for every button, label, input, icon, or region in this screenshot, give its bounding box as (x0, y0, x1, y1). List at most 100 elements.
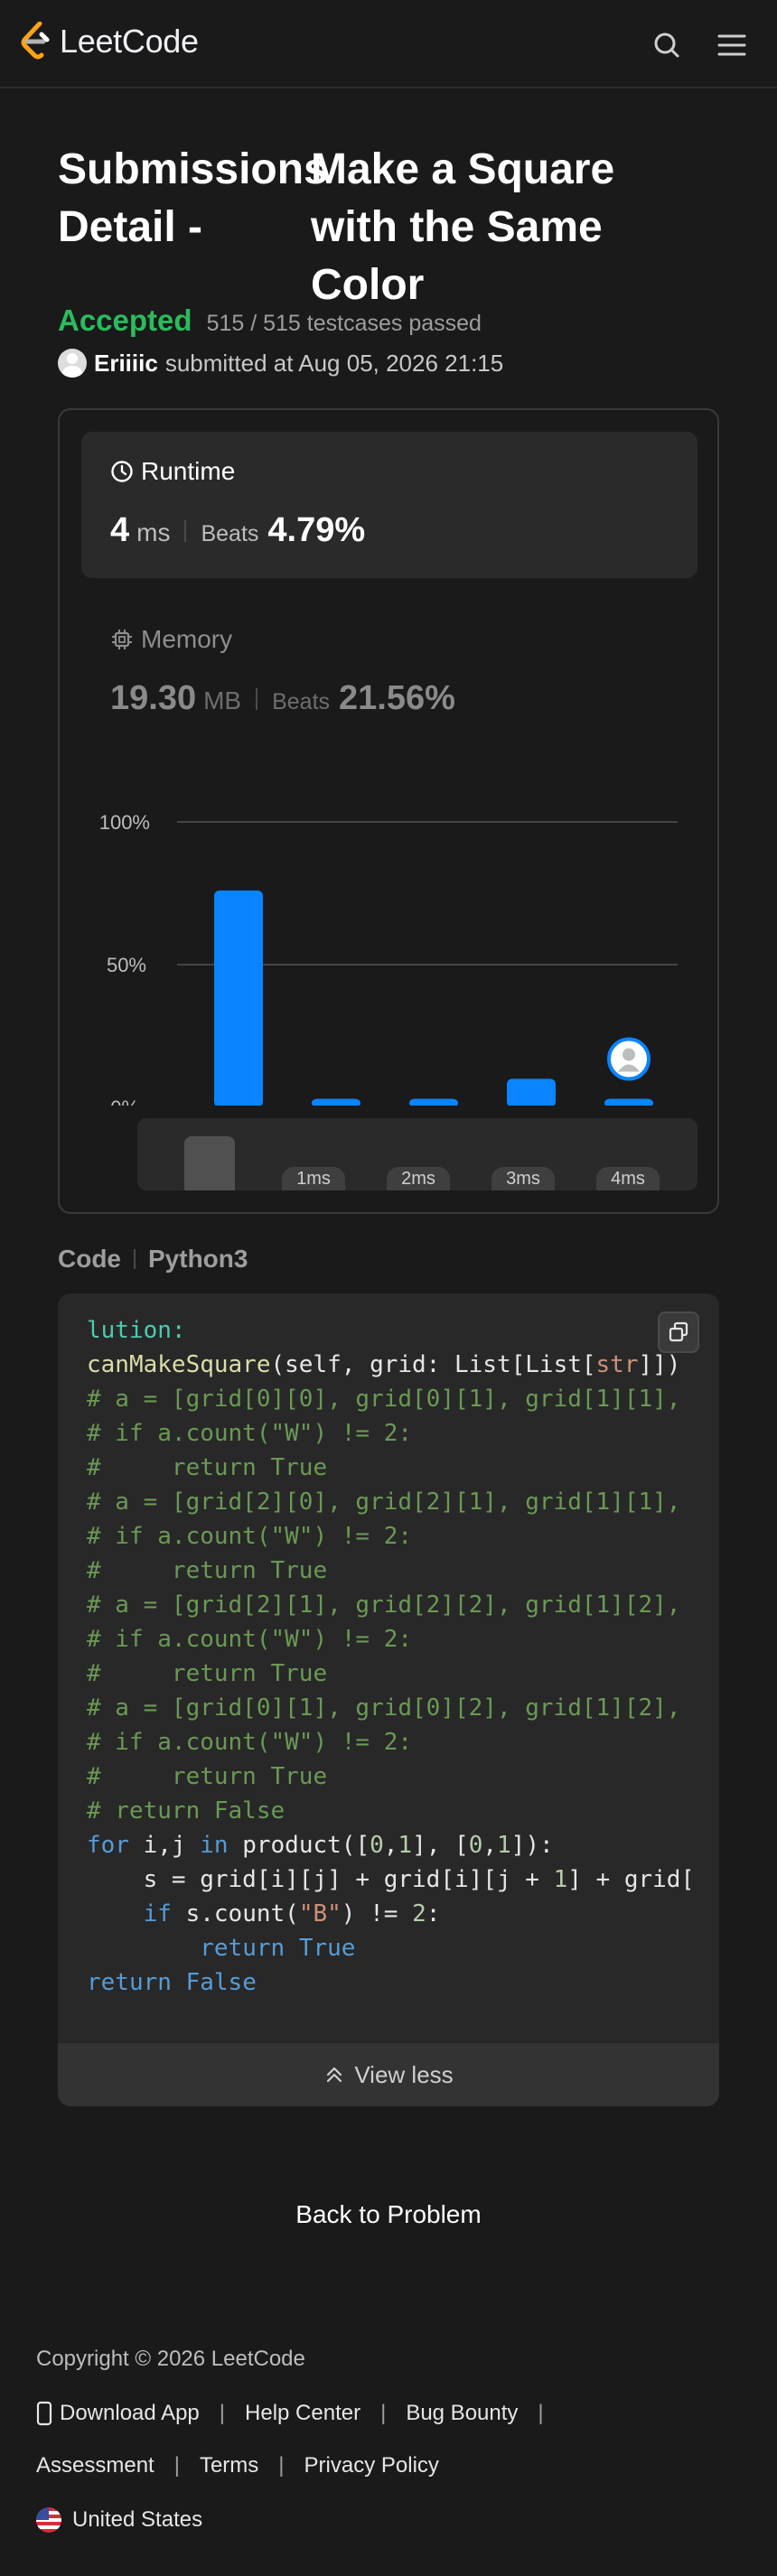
code-line: return False (87, 1965, 690, 2000)
code-token: "B" (298, 1900, 342, 1927)
memory-panel[interactable]: Memory 19.30 MB Beats 21.56% (81, 600, 697, 717)
code-line: if s.count("B") != 2: (87, 1897, 690, 1931)
code-token: , (482, 1832, 498, 1859)
code-token: # a = [grid[2][1], grid[2][2], grid[1][2… (87, 1591, 681, 1619)
code-line: lution: (87, 1313, 690, 1348)
code-line: # return False (87, 1794, 690, 1828)
code-line: # return True (87, 1451, 690, 1485)
chart-bar[interactable] (604, 1098, 653, 1106)
code-line: # return True (87, 1657, 690, 1691)
code-line: s = grid[i][j] + grid[i][j + 1] + grid[ (87, 1862, 690, 1897)
code-token: False (185, 1969, 257, 1996)
testcases-passed: 515 / 515 testcases passed (206, 311, 482, 336)
scroller-label: 3ms (491, 1167, 555, 1190)
chart-bar[interactable] (214, 890, 263, 1106)
divider (256, 687, 258, 710)
code-token: product([ (228, 1832, 370, 1859)
code-token: True (298, 1935, 356, 1962)
status-badge: Accepted (58, 303, 192, 337)
code-token: 2 (412, 1900, 426, 1927)
submission-status: Accepted 515 / 515 testcases passed (58, 303, 482, 338)
y-axis-ticks: 100% 50% 0% (99, 811, 150, 1106)
scroller-thumb[interactable] (184, 1136, 235, 1190)
code-token: 0 (468, 1832, 483, 1859)
code-token: # if a.count("W") != 2: (87, 1626, 413, 1653)
code-token: # a = [grid[2][0], grid[2][1], grid[1][1… (87, 1489, 681, 1516)
us-flag-icon (36, 2507, 61, 2533)
code-token: canMakeSquare (87, 1351, 271, 1378)
top-nav: LeetCode (0, 0, 777, 89)
code-token: s = grid[i][j] + grid[i][j + (87, 1866, 554, 1893)
chevrons-up-icon (327, 2067, 342, 2083)
code-line: # a = [grid[0][1], grid[0][2], grid[1][2… (87, 1691, 690, 1725)
runtime-beats-value: 4.79% (267, 511, 366, 549)
memory-value: 19.30 (110, 679, 197, 717)
logo-text: LeetCode (60, 23, 199, 60)
chart-bar[interactable] (409, 1098, 458, 1106)
runtime-values: 4 ms Beats 4.79% (110, 511, 365, 550)
assessment-link[interactable]: Assessment (36, 2453, 154, 2478)
clock-icon (111, 461, 133, 482)
code-token: s.count( (171, 1900, 299, 1927)
chip-icon (112, 630, 132, 649)
code-token: i,j (128, 1832, 201, 1859)
runtime-unit: ms (136, 518, 171, 546)
y-tick-label: 100% (99, 811, 150, 834)
phone-icon (36, 2401, 52, 2426)
code-token: lution: (87, 1317, 186, 1344)
code-token: # a = [grid[0][1], grid[0][2], grid[1][2… (87, 1694, 681, 1722)
chart-bar[interactable] (312, 1098, 360, 1106)
code-token: # return False (87, 1797, 286, 1825)
help-center-link[interactable]: Help Center (245, 2401, 360, 2426)
menu-icon[interactable] (714, 27, 750, 63)
username[interactable]: Eriiiic (94, 350, 158, 378)
region-selector[interactable]: United States (36, 2507, 202, 2533)
code-content[interactable]: lution: canMakeSquare(self, grid: List[Li… (87, 1313, 690, 2009)
code-token: ] + grid[ (567, 1866, 690, 1893)
your-submission-marker[interactable] (607, 1037, 651, 1081)
scroller-label: 2ms (387, 1167, 450, 1190)
code-token: # if a.count("W") != 2: (87, 1523, 413, 1550)
copy-button[interactable] (658, 1311, 699, 1353)
code-token: # if a.count("W") != 2: (87, 1420, 413, 1447)
code-token: ) != (341, 1900, 413, 1927)
avatar[interactable] (58, 349, 87, 378)
download-app-link[interactable]: Download App (60, 2401, 200, 2426)
runtime-panel[interactable]: Runtime 4 ms Beats 4.79% (81, 432, 697, 578)
y-tick-label: 50% (107, 954, 146, 976)
problem-title[interactable]: Make a Square with the Same Color (311, 141, 708, 314)
privacy-policy-link[interactable]: Privacy Policy (304, 2453, 439, 2478)
code-line: # a = [grid[0][0], grid[0][1], grid[1][1… (87, 1382, 690, 1416)
search-icon[interactable] (649, 27, 685, 63)
code-line: # return True (87, 1759, 690, 1794)
code-token: # if a.count("W") != 2: (87, 1729, 413, 1756)
chart-bars (214, 890, 653, 1106)
divider (184, 519, 187, 542)
code-token: for (87, 1832, 129, 1859)
performance-card: Runtime 4 ms Beats 4.79% Memory 19.30 MB… (58, 408, 719, 1214)
code-token: # a = [grid[0][0], grid[0][1], grid[1][1… (87, 1386, 681, 1413)
code-line: # a = [grid[2][0], grid[2][1], grid[1][1… (87, 1485, 690, 1519)
code-line: # if a.count("W") != 2: (87, 1416, 690, 1451)
link-separator: | (380, 2401, 387, 2425)
chart-range-scroller[interactable]: 1ms 2ms 3ms 4ms (137, 1118, 697, 1190)
bug-bounty-link[interactable]: Bug Bounty (406, 2401, 518, 2426)
runtime-distribution-chart: 100% 50% 0% 1ms2ms3ms4ms (99, 811, 678, 1106)
link-separator: | (219, 2401, 226, 2425)
leetcode-logo[interactable]: LeetCode (20, 22, 199, 61)
view-less-button[interactable]: View less (58, 2043, 719, 2106)
avatar-head (623, 1048, 635, 1061)
memory-beats-value: 21.56% (339, 679, 455, 717)
link-separator: | (173, 2453, 180, 2478)
memory-beats-label: Beats (272, 689, 331, 714)
code-token: : (426, 1900, 441, 1927)
leetcode-logo-icon (21, 22, 50, 60)
submitter-info: Eriiiic submitted at Aug 05, 2026 21:15 (58, 349, 503, 378)
terms-link[interactable]: Terms (200, 2453, 258, 2478)
back-to-problem-link[interactable]: Back to Problem (0, 2200, 777, 2229)
chart-bar[interactable] (507, 1078, 556, 1106)
footer-links-row: Download App | Help Center | Bug Bounty … (36, 2401, 564, 2426)
code-line: return True (87, 1931, 690, 1965)
